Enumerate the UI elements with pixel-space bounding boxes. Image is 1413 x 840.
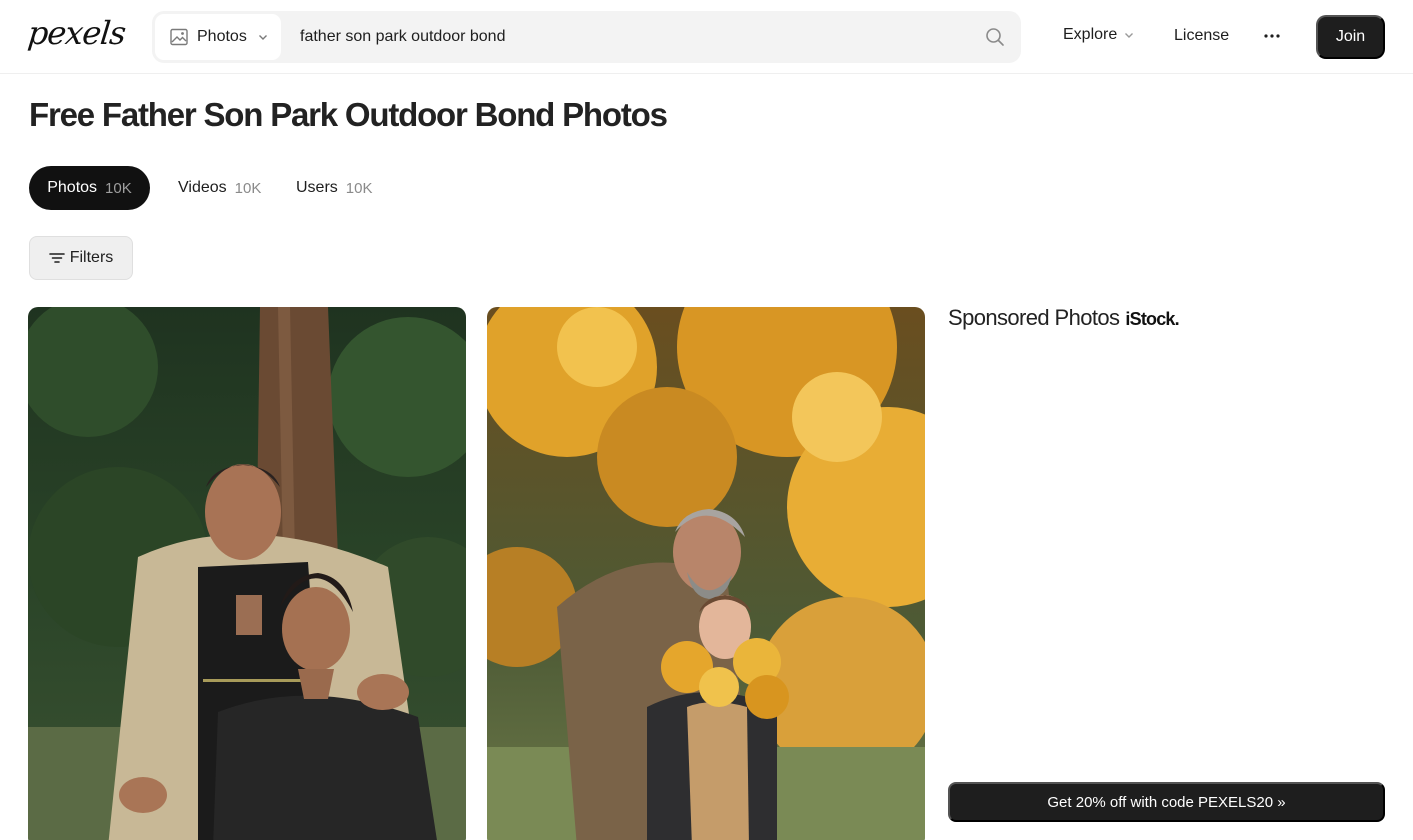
istock-logo[interactable]: iStock.: [1125, 309, 1179, 330]
search-type-dropdown[interactable]: Photos: [155, 14, 281, 60]
search-type-label: Photos: [197, 28, 247, 45]
top-nav-bar: pexels Photos Explore License J: [0, 0, 1413, 74]
search-icon[interactable]: [983, 25, 1007, 49]
sponsored-label: Sponsored Photos: [948, 305, 1120, 330]
tab-label: Photos: [47, 179, 98, 196]
photo-autumn-hug: [487, 307, 925, 840]
sponsored-heading: Sponsored Photos iStock.: [948, 305, 1180, 331]
filter-icon: [48, 253, 65, 263]
image-icon: [170, 28, 188, 46]
more-icon[interactable]: [1262, 24, 1282, 48]
search-bar: Photos: [152, 11, 1021, 63]
tab-label: Videos: [178, 179, 227, 196]
tab-videos[interactable]: Videos 10K: [178, 166, 261, 210]
chevron-down-icon: [258, 35, 267, 40]
photo-card[interactable]: [28, 307, 466, 840]
filters-button[interactable]: Filters: [29, 236, 133, 280]
photo-father-son-tree: [28, 307, 466, 840]
tab-label: Users: [296, 179, 338, 196]
tab-count: 10K: [234, 179, 262, 197]
license-link[interactable]: License: [1174, 27, 1229, 45]
explore-label: Explore: [1063, 26, 1118, 43]
filters-label: Filters: [69, 249, 114, 266]
search-input[interactable]: [300, 11, 960, 63]
tab-photos[interactable]: Photos 10K: [29, 166, 150, 210]
tab-users[interactable]: Users 10K: [296, 166, 372, 210]
page-title: Free Father Son Park Outdoor Bond Photos: [29, 96, 668, 133]
chevron-down-icon: [1125, 33, 1134, 38]
promo-code-button[interactable]: Get 20% off with code PEXELS20 »: [948, 782, 1385, 822]
tab-count: 10K: [105, 179, 132, 197]
pexels-logo[interactable]: pexels: [26, 14, 127, 52]
photo-card[interactable]: [487, 307, 925, 840]
join-button[interactable]: Join: [1316, 15, 1385, 59]
tab-count: 10K: [345, 179, 373, 197]
explore-menu[interactable]: Explore: [1063, 26, 1135, 44]
